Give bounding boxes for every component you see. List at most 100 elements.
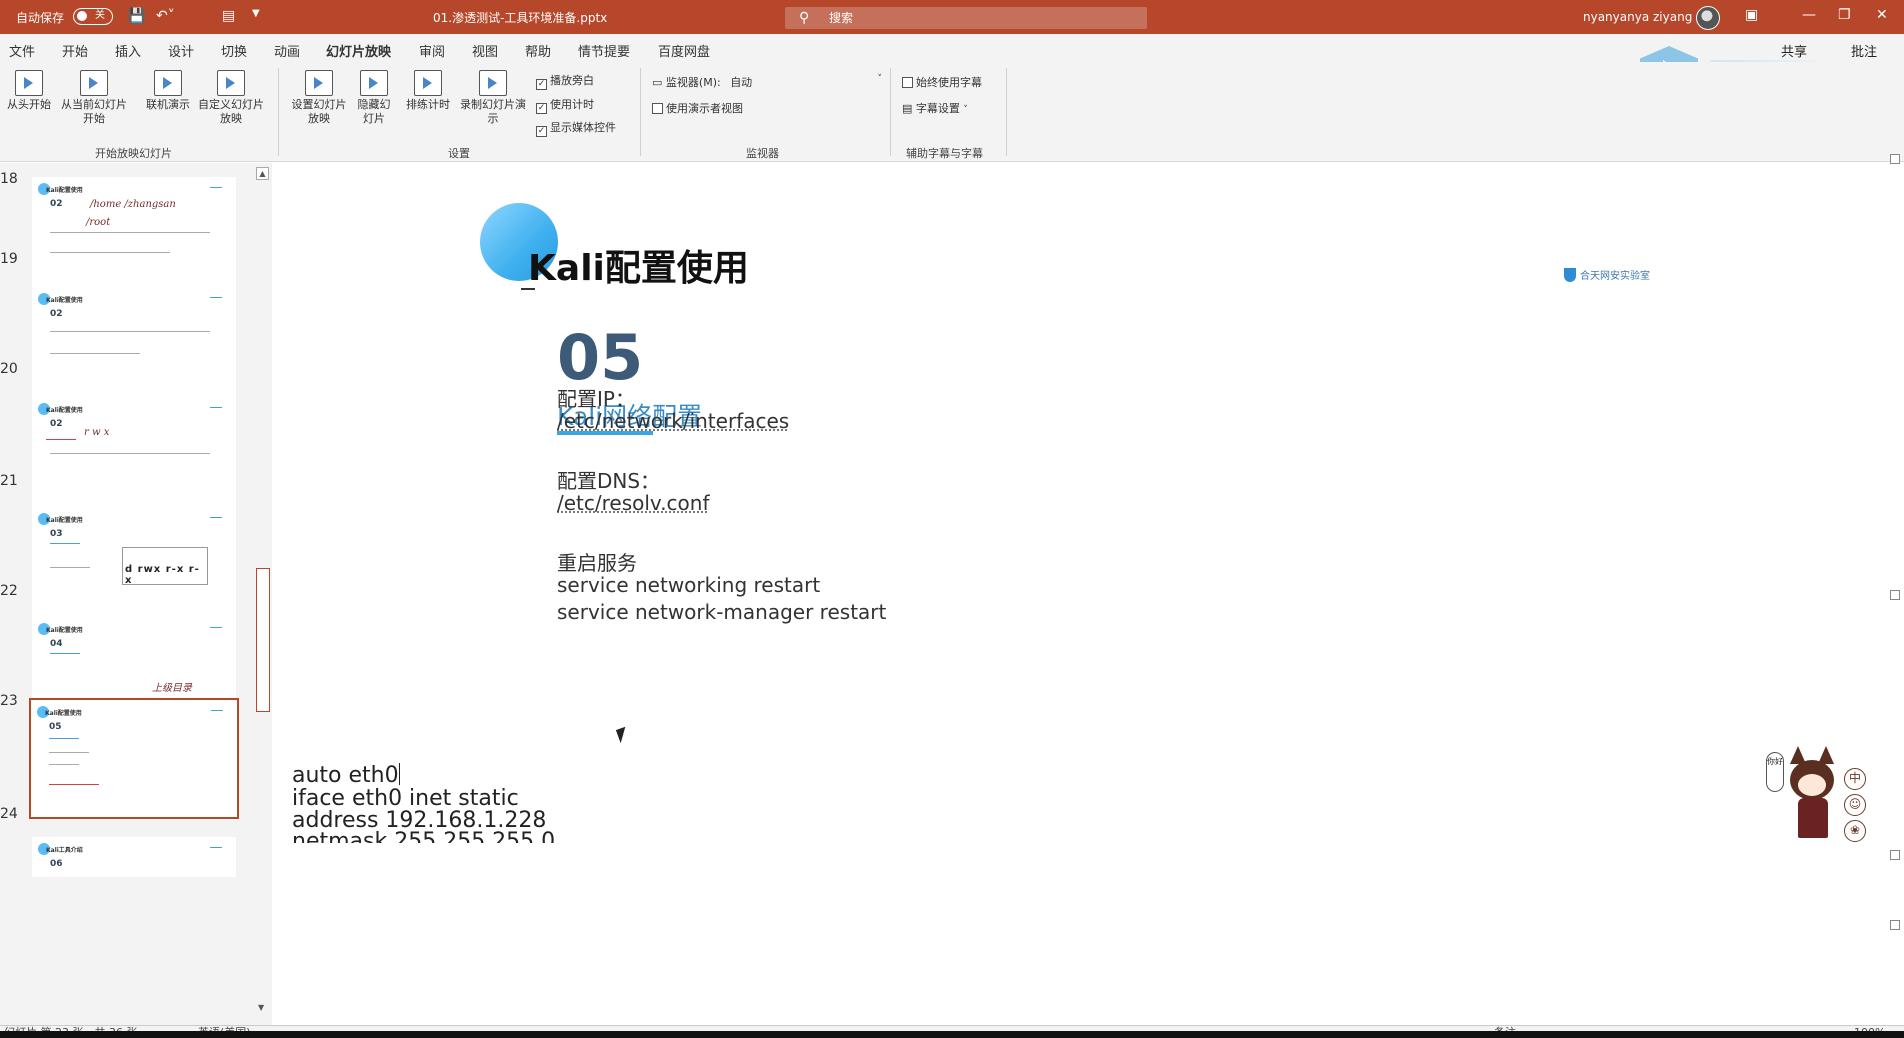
record-slideshow-button[interactable]: 录制幻灯片演示 [458, 70, 528, 126]
thumb-logo-mark [210, 297, 222, 298]
thumb-text-line [49, 738, 79, 739]
tab-animations[interactable]: 动画 [274, 41, 300, 60]
slide-text-restart-networking[interactable]: service networking restart [557, 573, 820, 597]
mascot-widget[interactable]: 你好 中 ☺ ❀ [1762, 740, 1872, 860]
mascot-speech-bubble: 你好 [1766, 752, 1784, 792]
slide-thumbnail[interactable]: Kali配置使用 02 /home /zhangsan /root [32, 177, 236, 292]
thumb-annotation-line [46, 439, 76, 440]
ribbon-separator [1006, 68, 1007, 156]
emoji-icon[interactable]: ☺ [1844, 794, 1866, 816]
ime-icon[interactable]: 中 [1844, 768, 1866, 790]
customize-icon[interactable]: ▼ [252, 8, 260, 19]
rehearse-timings-button[interactable]: 排练计时 [402, 70, 454, 112]
record-label: 录制幻灯片演示 [460, 98, 526, 125]
monitor-group-label: 监视器 [746, 147, 779, 160]
tab-design[interactable]: 设计 [168, 41, 194, 60]
scroll-up-icon[interactable] [1890, 154, 1900, 164]
thumb-section-number: 03 [50, 529, 63, 539]
rehearse-label: 排练计时 [406, 98, 450, 111]
minimize-icon[interactable]: — [1802, 7, 1816, 23]
close-icon[interactable]: ✕ [1876, 7, 1888, 23]
slide-thumbnail[interactable]: Kali工具介绍 06 [32, 837, 236, 877]
slide-text-dns-heading[interactable]: 配置DNS： [557, 465, 660, 494]
from-current-slide-button[interactable]: 从当前幻灯片开始 [58, 70, 130, 126]
custom-slideshow-button[interactable]: 自定义幻灯片放映 [198, 70, 264, 126]
use-timings-checkbox[interactable]: ✓ 使用计时 [536, 96, 594, 114]
slide-thumbnail-selected[interactable]: Kali配置使用 05 [29, 698, 239, 819]
note-line-auto[interactable]: auto eth0 [292, 763, 400, 788]
note-line-auto-text: auto eth0 [292, 763, 399, 788]
present-icon[interactable]: ▤ [222, 8, 235, 24]
caption-settings-dropdown[interactable]: ▤ 字幕设置 ˅ [902, 100, 968, 116]
restore-icon[interactable]: ❐ [1838, 7, 1851, 23]
tab-storyboard[interactable]: 情节提要 [578, 41, 630, 60]
monitor-dropdown[interactable]: ▭ 监视器(M): 自动 ˅ [652, 74, 882, 90]
comments-button[interactable]: 批注 [1851, 41, 1877, 60]
always-use-subtitles-checkbox[interactable]: 始终使用字幕 [902, 74, 982, 90]
scroll-up-icon[interactable]: ▲ [256, 167, 269, 180]
slide-text-dns-path[interactable]: /etc/resolv.conf [557, 491, 710, 515]
hide-slide-button[interactable]: 隐藏幻灯片 [354, 70, 394, 126]
scroll-down-icon[interactable] [1890, 920, 1900, 930]
thumb-text-line [50, 653, 80, 654]
document-title: 01.渗透测试-工具环境准备.pptx [433, 11, 608, 25]
undo-icon[interactable]: ↶˅ [156, 8, 175, 24]
avatar[interactable] [1696, 6, 1720, 30]
slide-thumbnail[interactable]: Kali配置使用 02 [32, 287, 236, 402]
tab-view[interactable]: 视图 [472, 41, 498, 60]
slide-canvas[interactable]: Kali配置使用 合天网安实验室 05 Kali网络配置 配置IP： /etc/… [272, 163, 1904, 1025]
save-icon[interactable]: 💾 [128, 8, 145, 24]
scrollbar-mark[interactable] [1890, 850, 1900, 860]
setup-slideshow-button[interactable]: 设置幻灯片放映 [288, 70, 350, 126]
ribbon-separator [278, 68, 279, 156]
chevron-down-icon: ˅ [963, 105, 968, 115]
tab-home[interactable]: 开始 [62, 41, 88, 60]
slide-thumbnail[interactable]: Kali配置使用 03 d rwx r-x r-x [32, 507, 236, 622]
tab-file[interactable]: 文件 [9, 41, 35, 60]
slide-text-restart-network-manager[interactable]: service network-manager restart [557, 600, 886, 624]
caption-settings-label: 字幕设置 [915, 102, 960, 115]
online-present-icon [154, 70, 182, 96]
scroll-down-icon[interactable]: ▼ [258, 1003, 264, 1012]
slide-text-ip-path[interactable]: /etc/network/interfaces [557, 409, 789, 433]
thumb-text-line [50, 543, 80, 544]
presenter-view-checkbox[interactable]: 使用演示者视图 [652, 100, 743, 116]
tab-transitions[interactable]: 切换 [221, 41, 247, 60]
slide-number: 24 [0, 806, 18, 822]
slide-thumbnail-panel[interactable]: ▲ ▼ 18 Kali配置使用 02 /home /zhangsan /root… [0, 163, 272, 1025]
note-line-netmask[interactable]: netmask 255.255.255.0 [292, 829, 555, 843]
butterfly-icon[interactable]: ❀ [1844, 820, 1866, 842]
use-timings-label: 使用计时 [550, 98, 594, 111]
start-group-label: 开始放映幻灯片 [95, 147, 172, 160]
setup-group-label: 设置 [448, 147, 470, 160]
ribbon: 从头开始 从当前幻灯片开始 联机演示 自定义幻灯片放映 开始放映幻灯片 设置幻灯… [0, 62, 1904, 162]
slide-number: 20 [0, 361, 18, 377]
ribbon-display-icon[interactable]: ▣ [1745, 7, 1758, 23]
scrollbar-mark[interactable] [1890, 590, 1900, 600]
tab-review[interactable]: 审阅 [419, 41, 445, 60]
rehearse-timer-icon [414, 70, 442, 96]
presenter-view-label: 使用演示者视图 [666, 102, 743, 115]
user-name[interactable]: nyanyanya ziyang [1583, 10, 1692, 24]
right-scrollbar[interactable] [1888, 150, 1904, 1020]
play-narrations-checkbox[interactable]: ✓ 播放旁白 [536, 72, 594, 90]
search-box[interactable]: ⚲ 搜索 [785, 7, 1147, 29]
slide-thumbnail[interactable]: Kali配置使用 02 r w x [32, 397, 236, 512]
slide-title[interactable]: Kali配置使用 [528, 239, 749, 291]
slide-text-restart-heading[interactable]: 重启服务 [557, 547, 637, 576]
from-beginning-button[interactable]: 从头开始 [4, 70, 54, 112]
thumb-section-number: 02 [50, 309, 63, 319]
online-present-button[interactable]: 联机演示 [142, 70, 194, 112]
lab-logo-text: 合天网安实验室 [1580, 271, 1650, 282]
checkbox-checked-icon: ✓ [536, 126, 547, 137]
tab-insert[interactable]: 插入 [115, 41, 141, 60]
slide-text-ip-heading[interactable]: 配置IP： [557, 383, 635, 412]
scrollbar-thumb[interactable] [256, 568, 270, 712]
tab-baidu-netdisk[interactable]: 百度网盘 [658, 41, 710, 60]
chevron-down-icon: ˅ [877, 74, 883, 84]
show-media-controls-checkbox[interactable]: ✓ 显示媒体控件 [536, 119, 616, 137]
monitor-icon: ▭ [652, 76, 663, 89]
from-current-label: 从当前幻灯片开始 [61, 98, 127, 125]
tab-help[interactable]: 帮助 [525, 41, 551, 60]
autosave-toggle[interactable]: 关 [73, 8, 113, 25]
